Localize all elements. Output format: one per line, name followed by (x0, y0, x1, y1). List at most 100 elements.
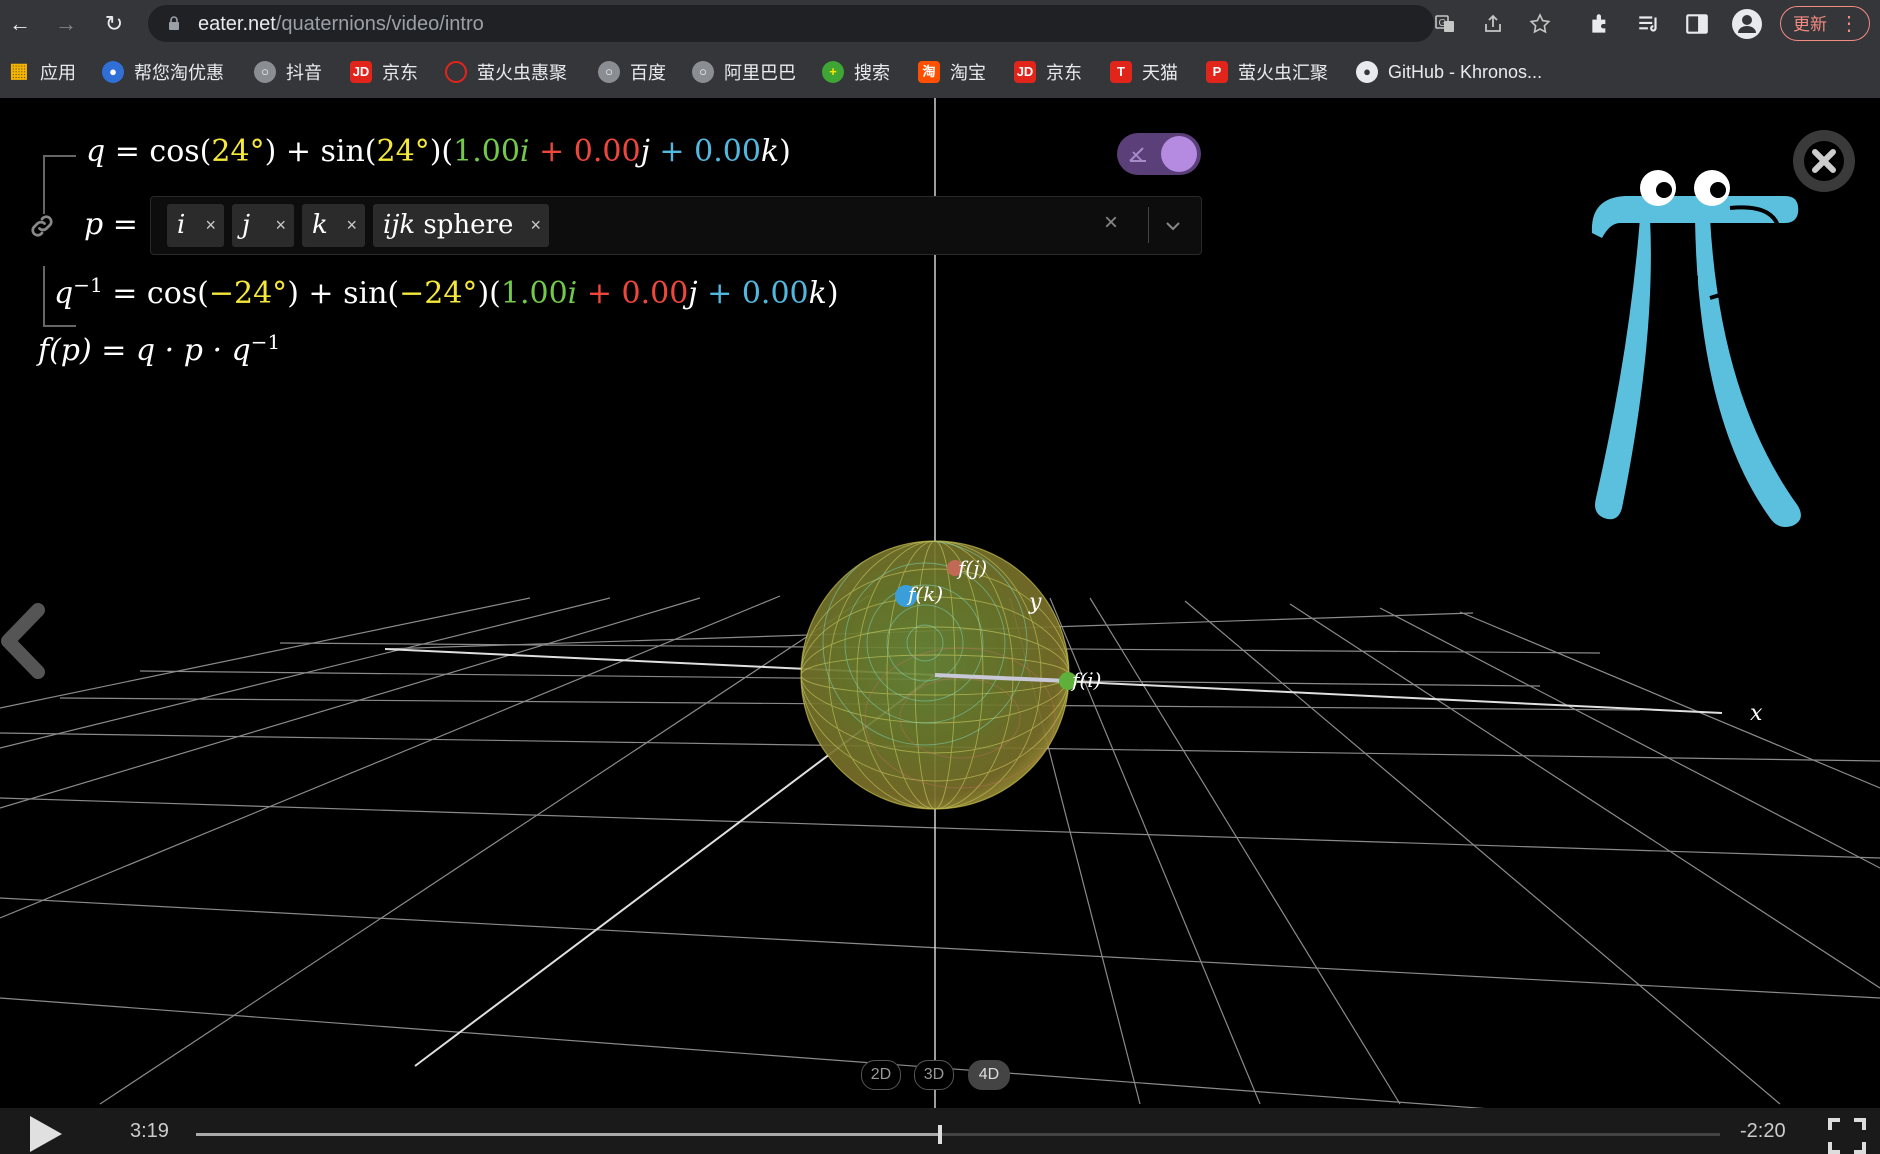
axis-label-x: x (1750, 701, 1763, 726)
translate-icon[interactable]: G (1433, 12, 1457, 36)
jd-icon: JD (350, 61, 372, 83)
dimension-2d-button[interactable]: 2D (861, 1060, 901, 1090)
bookmark-github[interactable]: ● GitHub - Khronos... (1356, 59, 1542, 85)
bookmark-tmall[interactable]: T 天猫 (1110, 59, 1178, 85)
bookmark-label: 萤火虫汇聚 (1238, 63, 1328, 83)
bookmark-firefly-2[interactable]: P 萤火虫汇聚 (1206, 59, 1328, 85)
bookmark-coupon[interactable]: ● 帮您淘优惠 (102, 59, 224, 85)
bookmark-jd[interactable]: JD 京东 (350, 59, 418, 85)
bookmark-taobao[interactable]: 淘 淘宝 (918, 59, 986, 85)
bookmark-douyin[interactable]: ○ 抖音 (254, 59, 322, 85)
dimension-4d-button[interactable]: 4D (968, 1060, 1010, 1090)
chip-label: k (312, 210, 328, 240)
q-angle-sin[interactable]: 24° (377, 134, 430, 169)
star-icon[interactable] (1528, 12, 1552, 36)
progress-fill (196, 1133, 940, 1136)
url-path: /quaternions/video/intro (275, 13, 484, 35)
dimension-3d-button[interactable]: 3D (914, 1060, 954, 1090)
chip-label: i (177, 210, 186, 240)
video-controls: 3:19 -2:20 (0, 1108, 1880, 1154)
menu-dots-icon[interactable]: ⋮ (1839, 7, 1859, 42)
toggle-knob (1161, 136, 1197, 172)
chip-remove-icon[interactable]: × (530, 204, 541, 247)
github-icon: ● (1356, 61, 1378, 83)
chip-remove-icon[interactable]: × (205, 204, 216, 247)
firefly-p-icon: P (1206, 61, 1228, 83)
qinv-j-coef: 0.00 (621, 276, 689, 311)
lock-icon (169, 16, 179, 30)
equation-f: f(p) = q · p · q−1 (38, 330, 281, 368)
bookmark-label: 萤火虫惠聚 (477, 63, 567, 83)
chip-i: i × (167, 204, 224, 247)
chip-k: k × (302, 204, 365, 247)
bookmark-label: 京东 (382, 63, 418, 83)
chip-suffix: sphere (415, 210, 514, 240)
label-fj: f(j) (958, 556, 988, 580)
label-fi: f(i) (1072, 668, 1102, 692)
bookmark-label: GitHub - Khronos... (1388, 61, 1543, 82)
bookmark-jd-2[interactable]: JD 京东 (1014, 59, 1082, 85)
fullscreen-icon[interactable] (1828, 1118, 1866, 1154)
globe-icon: ○ (254, 61, 276, 83)
qinv-k-coef: 0.00 (741, 276, 809, 311)
chip-remove-icon[interactable]: × (275, 204, 286, 247)
profile-avatar[interactable] (1732, 9, 1762, 39)
bookmark-label: 帮您淘优惠 (134, 63, 224, 83)
clear-all-icon[interactable]: × (1104, 209, 1118, 237)
link-icon[interactable] (27, 211, 57, 241)
q-symbol: q (86, 134, 106, 169)
bookmark-search[interactable]: + 搜索 (822, 59, 890, 85)
side-panel-icon[interactable] (1684, 11, 1710, 37)
equation-qinv: q−1 = cos(−24°) + sin(−24°)(1.00i + 0.00… (54, 273, 839, 311)
share-icon[interactable] (1481, 12, 1505, 36)
p-multiselect[interactable]: i × j × k × ijk sphere × × (150, 196, 1202, 255)
bookmark-baidu[interactable]: ○ 百度 (598, 59, 666, 85)
globe-icon: ○ (598, 61, 620, 83)
search-plus-icon: + (822, 61, 844, 83)
update-button[interactable]: 更新 ⋮ (1780, 6, 1870, 41)
previous-arrow-icon[interactable] (1, 603, 45, 679)
toggle-switch[interactable] (1117, 133, 1201, 175)
equation-q: q = cos(24°) + sin(24°)(1.00i + 0.00j + … (86, 134, 791, 169)
back-icon[interactable]: ← (4, 8, 36, 40)
bookmark-firefly[interactable]: 萤火虫惠聚 (445, 59, 567, 85)
axis-label-y: y (1029, 590, 1042, 615)
q-i-coef[interactable]: 1.00i (453, 134, 529, 169)
remaining-time: -2:20 (1740, 1120, 1786, 1142)
qinv-angle-sin: −24° (399, 276, 478, 311)
bookmarks-bar: ▦ 应用 ● 帮您淘优惠 ○ 抖音 JD 京东 萤火虫惠聚 ○ 百度 ○ 阿里巴… (0, 47, 1880, 99)
progress-handle[interactable] (937, 1125, 942, 1144)
p-symbol: p (84, 207, 104, 242)
label-fk: f(k) (908, 582, 944, 606)
bookmark-label: 京东 (1046, 63, 1082, 83)
bookmark-alibaba[interactable]: ○ 阿里巴巴 (692, 59, 796, 85)
bookmark-apps[interactable]: ▦ 应用 (8, 59, 76, 85)
address-bar[interactable]: eater.net/quaternions/video/intro G (148, 5, 1551, 42)
extensions-icon[interactable] (1588, 11, 1614, 37)
forward-icon[interactable]: → (50, 8, 82, 40)
f-expression: f(p) = q · p · q (38, 333, 251, 368)
q-angle-cos[interactable]: 24° (211, 134, 264, 169)
browser-toolbar: ← → ↻ eater.net/quaternions/video/intro … (0, 0, 1880, 47)
qinv-angle-cos: −24° (208, 276, 288, 311)
chip-label: ijk (383, 210, 416, 240)
progress-bar[interactable] (196, 1125, 1720, 1144)
chevron-down-icon[interactable] (1162, 215, 1184, 237)
reading-list-icon[interactable] (1636, 11, 1662, 37)
globe-icon: ○ (692, 61, 714, 83)
chip-remove-icon[interactable]: × (346, 204, 357, 247)
tmall-icon: T (1110, 61, 1132, 83)
bookmark-label: 应用 (40, 63, 76, 83)
q-k-coef[interactable]: 0.00 (694, 134, 761, 169)
url-text: eater.net/quaternions/video/intro (198, 13, 484, 36)
update-label: 更新 (1793, 15, 1827, 34)
divider (1148, 207, 1149, 243)
q-j-coef[interactable]: 0.00 (574, 134, 641, 169)
reload-icon[interactable]: ↻ (98, 8, 130, 40)
bookmark-label: 搜索 (854, 63, 890, 83)
play-icon[interactable] (26, 1114, 66, 1154)
pi-creature-icon (1591, 170, 1801, 527)
bookmark-label: 抖音 (286, 63, 322, 83)
current-time: 3:19 (130, 1120, 169, 1142)
angle-icon (1129, 147, 1146, 162)
